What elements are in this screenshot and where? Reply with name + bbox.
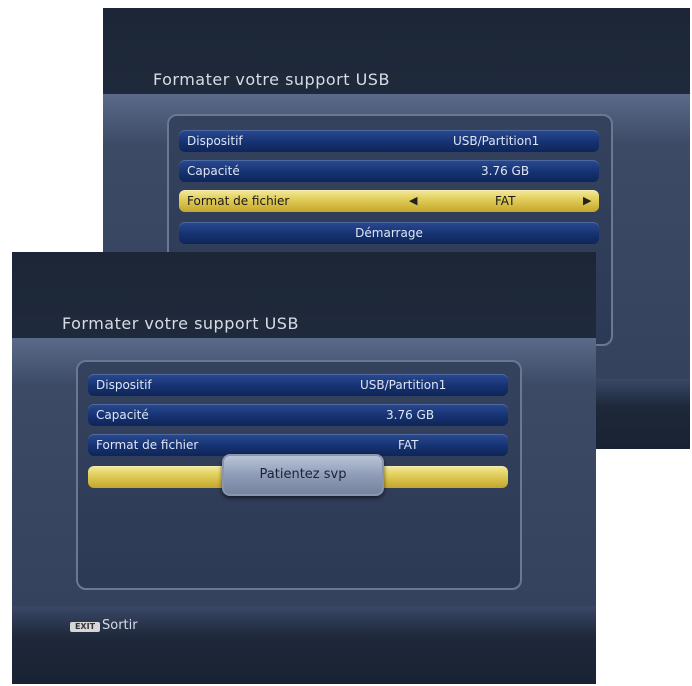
row-dispositif[interactable]: Dispositif USB/Partition1 [179, 130, 599, 152]
page-title: Formater votre support USB [62, 314, 299, 333]
row-label: Format de fichier [187, 194, 290, 208]
row-value: USB/Partition1 [360, 378, 447, 392]
row-label: Dispositif [187, 134, 243, 148]
row-label: Capacité [187, 164, 240, 178]
row-format-fichier[interactable]: Format de fichier FAT [88, 434, 508, 456]
row-label: Capacité [96, 408, 149, 422]
bottom-screen-footer-band [12, 606, 596, 684]
row-dispositif[interactable]: Dispositif USB/Partition1 [88, 374, 508, 396]
row-value: USB/Partition1 [453, 134, 540, 148]
start-button[interactable]: Démarrage [179, 222, 599, 244]
row-value: FAT [398, 438, 419, 452]
row-value: 3.76 GB [386, 408, 435, 422]
bottom-screen: Formater votre support USB Dispositif US… [12, 252, 596, 684]
wait-popup-text: Patientez svp [259, 467, 347, 482]
page-title: Formater votre support USB [153, 70, 390, 89]
row-format-fichier[interactable]: Format de fichier ◀ FAT ▶ [179, 190, 599, 212]
wait-popup: Patientez svp [222, 454, 384, 496]
exit-label[interactable]: Sortir [102, 618, 138, 633]
row-value: FAT [495, 194, 516, 208]
row-label: Dispositif [96, 378, 152, 392]
row-capacite[interactable]: Capacité 3.76 GB [88, 404, 508, 426]
row-value: 3.76 GB [481, 164, 530, 178]
row-capacite[interactable]: Capacité 3.76 GB [179, 160, 599, 182]
exit-key-icon: EXIT [70, 622, 100, 632]
arrow-right-icon[interactable]: ▶ [583, 190, 591, 212]
row-label: Format de fichier [96, 438, 199, 452]
arrow-left-icon[interactable]: ◀ [409, 190, 417, 212]
